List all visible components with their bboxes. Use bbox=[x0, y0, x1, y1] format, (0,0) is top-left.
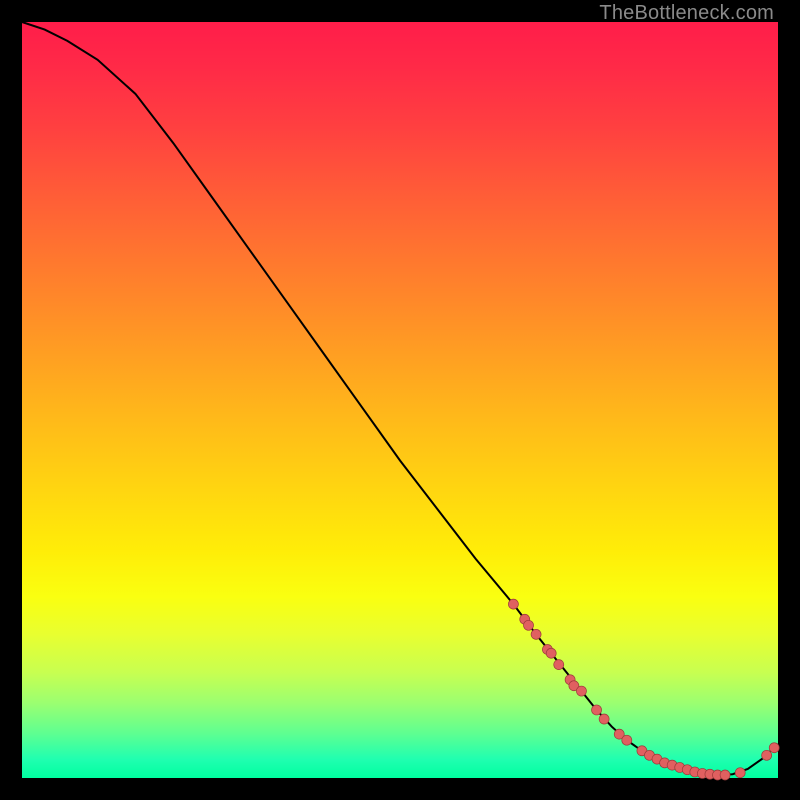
data-point bbox=[508, 599, 518, 609]
chart-svg bbox=[22, 22, 778, 778]
data-point bbox=[599, 714, 609, 724]
data-point bbox=[622, 735, 632, 745]
data-point bbox=[769, 743, 779, 753]
data-point bbox=[524, 620, 534, 630]
data-point bbox=[762, 750, 772, 760]
chart-stage: TheBottleneck.com bbox=[0, 0, 800, 800]
data-point bbox=[546, 648, 556, 658]
data-point bbox=[554, 660, 564, 670]
bottleneck-curve bbox=[22, 22, 778, 775]
data-point bbox=[720, 770, 730, 780]
data-point bbox=[576, 686, 586, 696]
data-point bbox=[735, 768, 745, 778]
data-point bbox=[592, 705, 602, 715]
scatter-dots bbox=[508, 599, 779, 780]
watermark-label: TheBottleneck.com bbox=[599, 2, 774, 25]
data-point bbox=[531, 629, 541, 639]
